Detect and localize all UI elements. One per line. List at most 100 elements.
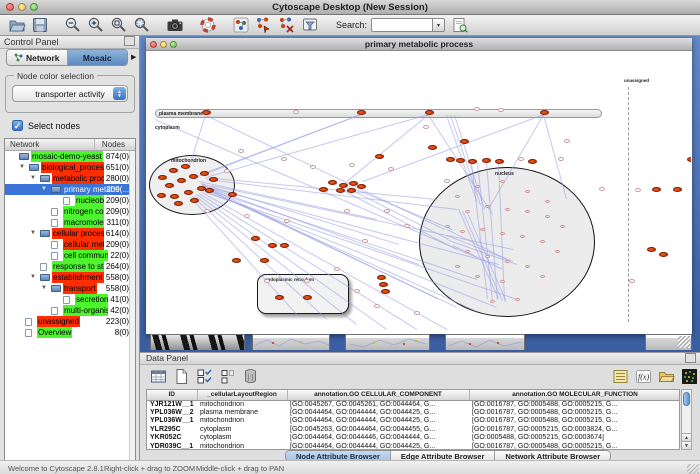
network-node[interactable] (170, 194, 179, 199)
network-node[interactable] (347, 188, 356, 193)
column-header[interactable]: ID (147, 390, 197, 400)
network-node[interactable] (181, 164, 190, 169)
network-node[interactable] (425, 110, 434, 115)
select-nodes-checkbox[interactable]: ✓ (12, 120, 23, 131)
vizmapper-icon[interactable] (301, 16, 319, 34)
background-window-1[interactable] (252, 334, 330, 350)
network-node[interactable] (375, 154, 384, 159)
network-node[interactable] (528, 159, 537, 164)
zoom-button[interactable] (30, 3, 38, 11)
frame-resize-grip[interactable] (678, 336, 690, 348)
network-node[interactable] (190, 198, 199, 203)
network-node[interactable] (495, 159, 504, 164)
network-node[interactable] (303, 295, 312, 300)
network-node[interactable] (189, 174, 198, 179)
minimize-button[interactable] (18, 3, 26, 11)
table-row[interactable]: YKR052Ccytoplasm[GO:0044464, GO:0044446,… (147, 434, 680, 442)
network-node[interactable] (202, 110, 211, 115)
network-node[interactable] (268, 243, 277, 248)
expander-icon[interactable]: ▼ (30, 173, 36, 184)
network-node[interactable] (468, 159, 477, 164)
select-attributes-icon[interactable] (196, 368, 213, 385)
scroll-up-button[interactable]: ▲ (682, 433, 691, 441)
tree-row[interactable]: ▼biological_process651(0) (5, 162, 131, 173)
table-row[interactable]: YJR121W__1mitochondrion[GO:0045267, GO:0… (147, 400, 680, 408)
import-attributes-icon[interactable] (658, 368, 675, 385)
new-attribute-icon[interactable] (173, 368, 190, 385)
zoom-selected-icon[interactable] (133, 16, 151, 34)
save-session-icon[interactable] (31, 16, 49, 34)
tree-row[interactable]: response to stimulu264(0) (5, 261, 131, 272)
search-options-icon[interactable] (451, 16, 469, 34)
frame-minimize-button[interactable] (160, 41, 167, 48)
scrollbar-thumb[interactable] (683, 392, 690, 406)
tree-row[interactable]: ▼primary metabo209(... (5, 184, 131, 195)
tree-row[interactable]: multi-organism pro42(0) (5, 305, 131, 316)
unselect-attributes-icon[interactable] (219, 368, 236, 385)
network-node[interactable] (174, 201, 183, 206)
delete-attribute-icon[interactable] (242, 368, 259, 385)
network-frame-titlebar[interactable]: primary metabolic process (146, 38, 692, 51)
tree-row[interactable]: cell communicat22(0) (5, 250, 131, 261)
float-panel-icon[interactable] (126, 38, 135, 46)
expander-icon[interactable]: ▼ (30, 272, 36, 283)
network-node[interactable] (328, 180, 337, 185)
tree-row[interactable]: mosaic-demo-yeast874(0) (5, 151, 131, 162)
tab-mosaic[interactable]: Mosaic (68, 50, 128, 65)
float-data-panel-icon[interactable] (687, 355, 696, 363)
network-node[interactable] (673, 187, 682, 192)
table-scrollbar[interactable]: ▲ ▼ (681, 389, 692, 450)
create-view-icon[interactable] (255, 16, 273, 34)
network-node[interactable] (446, 157, 455, 162)
tree-row[interactable]: Overview8(0) (5, 327, 131, 338)
network-node[interactable] (460, 139, 469, 144)
annotation-icon[interactable] (232, 16, 250, 34)
network-node[interactable] (319, 187, 328, 192)
tree-row[interactable]: unassigned223(0) (5, 316, 131, 327)
network-node[interactable] (280, 243, 289, 248)
attribute-table-icon[interactable] (150, 368, 167, 385)
frame-zoom-button[interactable] (170, 41, 177, 48)
color-attribute-dropdown[interactable]: transporter activity ▲▼ (12, 85, 128, 102)
tree-row[interactable]: nucleobase-209(0) (5, 195, 131, 206)
network-node[interactable] (275, 295, 284, 300)
expander-icon[interactable]: ▼ (41, 283, 47, 294)
attribute-list-icon[interactable] (612, 368, 629, 385)
network-canvas[interactable]: plasma membrane cytoplasm mitochondrion … (147, 51, 691, 334)
expander-icon[interactable]: ▼ (41, 184, 47, 195)
snapshot-camera-icon[interactable] (166, 16, 184, 34)
network-node[interactable] (228, 192, 237, 197)
network-node[interactable] (251, 236, 260, 241)
attribute-matrix-icon[interactable] (681, 368, 698, 385)
network-node[interactable] (540, 110, 549, 115)
search-input[interactable] (371, 18, 433, 32)
search-dropdown-button[interactable]: ▾ (433, 18, 445, 32)
network-node[interactable] (456, 158, 465, 163)
tree-row[interactable]: ▼cellular process614(0) (5, 228, 131, 239)
zoom-fit-icon[interactable] (110, 16, 128, 34)
network-node[interactable] (482, 158, 491, 163)
tab-network[interactable]: Network (7, 50, 68, 65)
column-header[interactable]: _cellularLayoutRegion (197, 390, 287, 400)
network-node[interactable] (357, 184, 366, 189)
scroll-down-button[interactable]: ▼ (682, 441, 691, 449)
zoom-in-icon[interactable] (87, 16, 105, 34)
open-file-icon[interactable] (8, 16, 26, 34)
background-window-4[interactable] (645, 334, 692, 350)
network-node[interactable] (659, 252, 668, 257)
network-node[interactable] (169, 168, 178, 173)
tree-row[interactable]: cellular metabol209(0) (5, 239, 131, 250)
window-resize-grip[interactable] (687, 464, 699, 474)
network-node[interactable] (200, 171, 209, 176)
expander-icon[interactable]: ▼ (19, 162, 25, 173)
tree-scrollbar[interactable] (129, 151, 135, 474)
network-node[interactable] (336, 188, 345, 193)
network-node[interactable] (381, 289, 390, 294)
network-node[interactable] (357, 110, 366, 115)
column-header[interactable]: annotation.GO MOLECULAR_FUNCTION (469, 390, 680, 400)
network-node[interactable] (379, 282, 388, 287)
column-header[interactable]: annotation.GO CELLULAR_COMPONENT (287, 390, 469, 400)
table-row[interactable]: YLR295Ccytoplasm[GO:0045263, GO:0044464,… (147, 425, 680, 433)
network-node[interactable] (377, 275, 386, 280)
network-node[interactable] (232, 258, 241, 263)
